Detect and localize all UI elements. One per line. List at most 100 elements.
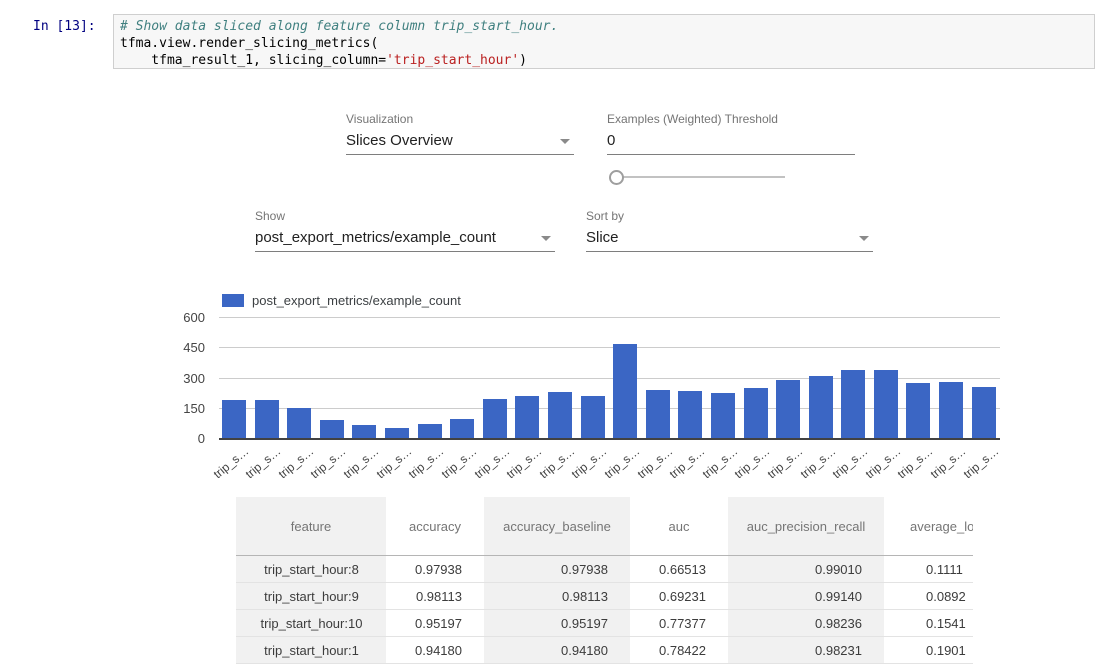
metric-cell: 0.1901 <box>884 637 973 664</box>
bar-10[interactable] <box>548 392 572 438</box>
chevron-down-icon <box>859 236 869 241</box>
bar-15[interactable] <box>711 393 735 438</box>
metric-cell: 0.98113 <box>386 583 484 610</box>
x-tick-label: trip_s… <box>830 444 871 481</box>
metrics-table: featureaccuracyaccuracy_baselineaucauc_p… <box>236 497 973 664</box>
x-tick-label: trip_s… <box>797 444 838 481</box>
gridline <box>219 438 1000 440</box>
cell-input-prompt: In [13]: <box>33 19 96 34</box>
show-value[interactable]: post_export_metrics/example_count <box>255 229 555 252</box>
column-header-auc_precision_recall[interactable]: auc_precision_recall <box>728 497 884 556</box>
x-tick-label: trip_s… <box>960 444 1001 481</box>
metric-cell: 0.94180 <box>386 637 484 664</box>
sort-by-select[interactable]: Sort by Slice <box>586 209 873 252</box>
metric-cell: 0.94180 <box>484 637 630 664</box>
bar-6[interactable] <box>418 424 442 438</box>
threshold-slider-track[interactable] <box>616 176 785 178</box>
bar-11[interactable] <box>581 396 605 438</box>
sort-by-value[interactable]: Slice <box>586 229 873 252</box>
table-row: trip_start_hour:90.981130.981130.692310.… <box>236 583 973 610</box>
bar-22[interactable] <box>939 382 963 438</box>
bar-9[interactable] <box>515 396 539 438</box>
table-row: trip_start_hour:80.979380.979380.665130.… <box>236 556 973 583</box>
sort-by-label: Sort by <box>586 209 873 223</box>
x-tick-label: trip_s… <box>341 444 382 481</box>
chevron-down-icon <box>560 139 570 144</box>
x-tick-label: trip_s… <box>602 444 643 481</box>
metric-cell: 0.78422 <box>630 637 728 664</box>
metric-cell: 0.99140 <box>728 583 884 610</box>
feature-cell: trip_start_hour:9 <box>236 583 386 610</box>
column-header-auc[interactable]: auc <box>630 497 728 556</box>
metric-cell: 0.95197 <box>386 610 484 637</box>
bar-17[interactable] <box>776 380 800 438</box>
threshold-slider-knob[interactable] <box>609 170 624 185</box>
bar-21[interactable] <box>906 383 930 438</box>
y-tick-label: 0 <box>150 431 205 446</box>
bar-13[interactable] <box>646 390 670 438</box>
bar-5[interactable] <box>385 428 409 438</box>
bar-8[interactable] <box>483 399 507 438</box>
bar-0[interactable] <box>222 400 246 438</box>
table-row: trip_start_hour:100.951970.951970.773770… <box>236 610 973 637</box>
bar-23[interactable] <box>972 387 996 438</box>
x-tick-label: trip_s… <box>373 444 414 481</box>
feature-cell: trip_start_hour:1 <box>236 637 386 664</box>
visualization-select[interactable]: Visualization Slices Overview <box>346 112 574 155</box>
metrics-table-container: featureaccuracyaccuracy_baselineaucauc_p… <box>236 497 973 668</box>
x-tick-label: trip_s… <box>699 444 740 481</box>
metric-cell: 0.69231 <box>630 583 728 610</box>
x-tick-label: trip_s… <box>536 444 577 481</box>
code-comment-line: # Show data sliced along feature column … <box>120 18 1094 35</box>
column-header-accuracy_baseline[interactable]: accuracy_baseline <box>484 497 630 556</box>
bar-12[interactable] <box>613 344 637 438</box>
x-tick-label: trip_s… <box>308 444 349 481</box>
x-tick-label: trip_s… <box>276 444 317 481</box>
y-tick-label: 300 <box>150 371 205 386</box>
x-tick-label: trip_s… <box>210 444 251 481</box>
threshold-field[interactable]: Examples (Weighted) Threshold 0 <box>607 112 855 155</box>
feature-cell: trip_start_hour:8 <box>236 556 386 583</box>
bar-2[interactable] <box>287 408 311 438</box>
metric-cell: 0.77377 <box>630 610 728 637</box>
column-header-feature[interactable]: feature <box>236 497 386 556</box>
show-metric-select[interactable]: Show post_export_metrics/example_count <box>255 209 555 252</box>
bar-19[interactable] <box>841 370 865 438</box>
bar-20[interactable] <box>874 370 898 438</box>
metric-cell: 0.66513 <box>630 556 728 583</box>
bar-4[interactable] <box>352 425 376 438</box>
metric-cell: 0.98236 <box>728 610 884 637</box>
metric-cell: 0.98231 <box>728 637 884 664</box>
visualization-value[interactable]: Slices Overview <box>346 132 574 155</box>
x-tick-label: trip_s… <box>732 444 773 481</box>
code-editor[interactable]: # Show data sliced along feature column … <box>113 14 1095 69</box>
x-tick-label: trip_s… <box>471 444 512 481</box>
bar-3[interactable] <box>320 420 344 438</box>
x-tick-label: trip_s… <box>569 444 610 481</box>
feature-cell: trip_start_hour:10 <box>236 610 386 637</box>
metric-cell: 0.99010 <box>728 556 884 583</box>
column-header-average_los[interactable]: average_los <box>884 497 973 556</box>
table-header-row: featureaccuracyaccuracy_baselineaucauc_p… <box>236 497 973 556</box>
metric-cell: 0.1541 <box>884 610 973 637</box>
bar-14[interactable] <box>678 391 702 438</box>
bar-18[interactable] <box>809 376 833 438</box>
x-tick-label: trip_s… <box>667 444 708 481</box>
bar-16[interactable] <box>744 388 768 438</box>
x-tick-label: trip_s… <box>928 444 969 481</box>
x-tick-label: trip_s… <box>863 444 904 481</box>
metric-cell: 0.98113 <box>484 583 630 610</box>
x-tick-label: trip_s… <box>243 444 284 481</box>
bar-1[interactable] <box>255 400 279 438</box>
threshold-input[interactable]: 0 <box>607 132 855 155</box>
x-tick-label: trip_s… <box>765 444 806 481</box>
code-line-2: tfma.view.render_slicing_metrics( <box>120 35 1094 52</box>
bar-chart-plot-area <box>222 308 996 438</box>
legend-swatch <box>222 294 244 307</box>
threshold-label: Examples (Weighted) Threshold <box>607 112 855 126</box>
metric-cell: 0.97938 <box>484 556 630 583</box>
x-tick-label: trip_s… <box>406 444 447 481</box>
column-header-accuracy[interactable]: accuracy <box>386 497 484 556</box>
bar-7[interactable] <box>450 419 474 438</box>
metric-cell: 0.97938 <box>386 556 484 583</box>
